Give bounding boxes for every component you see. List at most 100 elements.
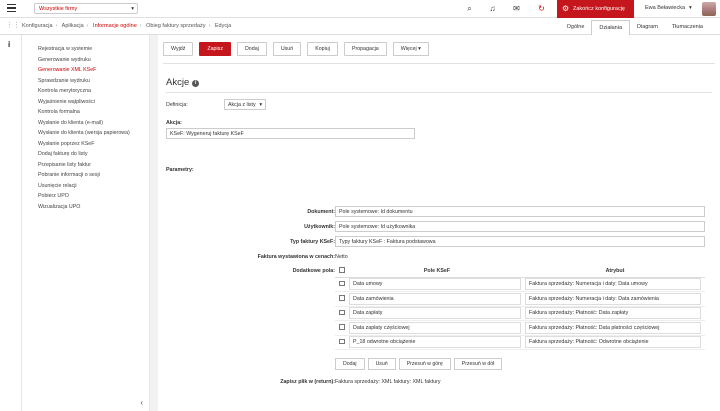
sidebar-item[interactable]: Przepisanie listy faktur <box>22 160 149 171</box>
drag-handle-icon[interactable]: ⋮⋮ <box>6 21 20 29</box>
move-up-button[interactable]: Przesuń w górę <box>398 358 451 370</box>
divider <box>163 63 715 64</box>
definition-select[interactable]: Akcja z listy ▾ <box>224 99 266 110</box>
menu-icon[interactable] <box>7 4 16 13</box>
sidebar-item[interactable]: Wysłanie poprzez KSeF <box>22 139 149 150</box>
chevron-down-icon: ▾ <box>689 5 692 11</box>
sidebar-item[interactable]: Wysłanie do klienta (e-mail) <box>22 118 149 129</box>
param-label-invoice-type: Typ faktury KSeF: <box>290 239 335 245</box>
ksef-field-cell[interactable]: Data zapłaty częściowej <box>349 321 521 334</box>
chat-icon[interactable]: ✉ <box>511 3 522 14</box>
attribute-cell[interactable]: Faktura sprzedaży: Płatność: Data płatno… <box>525 321 701 334</box>
param-label-user: Użytkownik: <box>304 224 335 230</box>
ksef-field-cell[interactable]: Data zamówienia <box>349 292 521 305</box>
param-document-field[interactable]: Pole systemowe: Id dokumentu <box>335 206 705 217</box>
attribute-cell[interactable]: Faktura sprzedaży: Płatność: Data zapłat… <box>525 307 701 320</box>
breadcrumb-item[interactable]: Konfiguracja <box>22 23 53 29</box>
breadcrumb: Konfiguracja › Aplikacja › Informacje ogól… <box>22 23 232 29</box>
sidebar-item[interactable]: Dodaj fakturę do listy <box>22 149 149 160</box>
close-config-label: Zakończ konfigurację <box>573 6 625 12</box>
row-checkbox[interactable] <box>339 338 345 344</box>
chevron-down-icon: ▾ <box>418 46 421 52</box>
search-icon[interactable]: ⌕ <box>464 3 475 14</box>
breadcrumb-bar: ⋮⋮ Konfiguracja › Aplikacja › Informacje o… <box>0 18 720 37</box>
sidebar-item[interactable]: Usunięcie relacji <box>22 181 149 192</box>
main-panel: Wyjdź Zapisz Dodaj Usuń Kopiuj Propagacj… <box>158 35 720 411</box>
table-row: Data umowy Faktura sprzedaży: Numeracja … <box>335 277 705 292</box>
propagate-button[interactable]: Propagacja <box>343 42 387 56</box>
ksef-field-cell[interactable]: Data umowy <box>349 278 521 291</box>
sidebar-item[interactable]: Pobierz UPO <box>22 191 149 202</box>
sidebar-item[interactable]: Generowanie wydruku <box>22 55 149 66</box>
breadcrumb-item[interactable]: Aplikacja <box>62 23 84 29</box>
row-checkbox[interactable] <box>339 309 345 315</box>
sidebar-item[interactable]: Sprawdzanie wydruku <box>22 76 149 87</box>
move-down-button[interactable]: Przesuń w dół <box>453 358 503 370</box>
sidebar-item[interactable]: Rejestracja w systemie <box>22 44 149 55</box>
close-config-button[interactable]: ⚙ Zakończ konfigurację <box>557 0 634 18</box>
sidebar-item[interactable]: Pobranie informacji o sesji <box>22 170 149 181</box>
user-menu[interactable]: Ewa Beławiecka ▾ <box>645 5 692 11</box>
icon-strip: i <box>0 35 22 411</box>
info-icon[interactable]: i <box>192 80 200 87</box>
action-label: Akcja: <box>166 120 182 126</box>
extra-fields-label: Dodatkowe pola: <box>292 268 335 274</box>
column-header: Pole KSeF <box>349 265 525 278</box>
ksef-field-cell[interactable]: P_18 odwrotne obciążenie <box>349 336 521 349</box>
gear-icon: ⚙ <box>562 4 570 13</box>
user-name: Ewa Beławiecka <box>645 5 686 11</box>
param-user-field[interactable]: Pole systemowe: Id użytkownika <box>335 221 705 232</box>
company-select[interactable]: Wszystkie firmy ▾ <box>34 3 138 14</box>
param-invoice-type-field[interactable]: Typy faktury KSeF : Faktura podstawowa <box>335 236 705 247</box>
row-checkbox[interactable] <box>339 324 345 330</box>
refresh-icon[interactable]: ↻ <box>536 3 547 14</box>
attribute-cell[interactable]: Faktura sprzedaży: Płatność: Odwrotne ob… <box>525 336 701 349</box>
save-file-value: Faktura sprzedaży: XML faktury: XML fakt… <box>335 379 441 385</box>
row-checkbox[interactable] <box>339 295 345 301</box>
save-button[interactable]: Zapisz <box>199 42 231 56</box>
grid-remove-button[interactable]: Usuń <box>367 358 396 370</box>
breadcrumb-item[interactable]: Obieg faktury sprzedaży <box>146 23 205 29</box>
attribute-cell[interactable]: Faktura sprzedaży: Numeracja i daty: Dat… <box>525 292 701 305</box>
attribute-cell[interactable]: Faktura sprzedaży: Numeracja i daty: Dat… <box>525 278 701 291</box>
save-file-label: Zapisz plik w (return): <box>280 379 335 385</box>
back-button[interactable]: Wyjdź <box>163 42 194 56</box>
extra-fields-table: Pole KSeF Atrybut Data umowy Faktura spr… <box>335 265 705 350</box>
param-label-document: Dokument: <box>307 209 335 215</box>
breadcrumb-item[interactable]: Informacje ogólne <box>93 23 137 29</box>
definition-select-value: Akcja z listy <box>228 102 256 108</box>
sidebar-item[interactable]: Kontrola merytoryczna <box>22 86 149 97</box>
add-button[interactable]: Dodaj <box>236 42 267 56</box>
select-all-checkbox[interactable] <box>339 267 345 273</box>
company-select-value: Wszystkie firmy <box>39 6 78 12</box>
chevron-down-icon: ▾ <box>259 102 262 108</box>
grid-buttons: Dodaj Usuń Przesuń w górę Przesuń w dół <box>335 358 505 370</box>
sidebar-item[interactable]: Wizualizacja UPO <box>22 202 149 213</box>
table-row: Data zapłaty Faktura sprzedaży: Płatność… <box>335 306 705 321</box>
column-header: Atrybut <box>525 265 705 278</box>
table-header-row: Pole KSeF Atrybut <box>335 265 705 278</box>
row-checkbox[interactable] <box>339 280 345 286</box>
more-button[interactable]: Więcej ▾ <box>392 42 429 56</box>
definition-label: Definicja: <box>166 102 188 108</box>
chevron-left-icon[interactable]: ‹ <box>140 398 143 407</box>
avatar[interactable] <box>702 2 716 16</box>
more-label: Więcej <box>400 46 417 52</box>
action-field[interactable]: KSeF: Wygeneruj fakturę KSeF <box>166 128 415 139</box>
copy-button[interactable]: Kopiuj <box>307 42 338 56</box>
bell-icon[interactable]: ♫ <box>487 3 498 14</box>
ksef-field-cell[interactable]: Data zapłaty <box>349 307 521 320</box>
info-icon[interactable]: i <box>8 40 10 49</box>
remove-button[interactable]: Usuń <box>272 42 302 56</box>
page-title: Akcje i <box>166 77 200 88</box>
table-row: Data zamówienia Faktura sprzedaży: Numer… <box>335 291 705 307</box>
sidebar-item[interactable]: Wysłanie do klienta (wersja papierowa) <box>22 128 149 139</box>
sidebar-item[interactable]: Wyjaśnienie wątpliwości <box>22 97 149 108</box>
table-row: Data zapłaty częściowej Faktura sprzedaż… <box>335 320 705 336</box>
grid-add-button[interactable]: Dodaj <box>335 358 365 370</box>
sidebar-item-active[interactable]: Generowanie XML KSeF <box>22 65 149 76</box>
chevron-down-icon: ▾ <box>131 6 134 12</box>
param-label-prices: Faktura wystawiona w cenach: <box>257 254 335 260</box>
param-prices-value: Netto <box>335 254 348 260</box>
sidebar-item[interactable]: Kontrola formalna <box>22 107 149 118</box>
